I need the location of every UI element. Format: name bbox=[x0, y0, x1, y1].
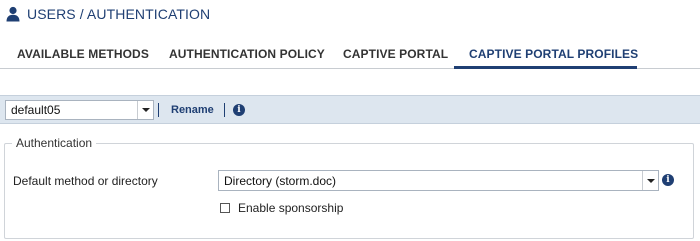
toolbar-separator bbox=[224, 103, 225, 117]
default-method-dropdown-button[interactable] bbox=[642, 171, 658, 190]
rename-button[interactable]: Rename bbox=[171, 104, 214, 116]
info-icon[interactable]: i bbox=[233, 104, 245, 116]
info-icon[interactable]: i bbox=[662, 174, 674, 186]
tab-authentication-policy[interactable]: AUTHENTICATION POLICY bbox=[169, 47, 325, 61]
tab-bar: AVAILABLE METHODS AUTHENTICATION POLICY … bbox=[0, 44, 700, 69]
profile-toolbar: default05 Rename i bbox=[0, 95, 700, 124]
active-tab-indicator bbox=[454, 66, 637, 69]
profile-select-value: default05 bbox=[11, 103, 61, 117]
page-header: USERS / AUTHENTICATION bbox=[6, 4, 210, 24]
tab-captive-portal-profiles[interactable]: CAPTIVE PORTAL PROFILES bbox=[469, 47, 638, 61]
enable-sponsorship-label[interactable]: Enable sponsorship bbox=[238, 201, 343, 215]
chevron-down-icon bbox=[142, 108, 150, 112]
tab-captive-portal[interactable]: CAPTIVE PORTAL bbox=[343, 47, 448, 61]
default-method-select[interactable]: Directory (storm.doc) bbox=[218, 170, 659, 191]
user-icon bbox=[6, 6, 20, 22]
authentication-legend: Authentication bbox=[12, 136, 97, 150]
enable-sponsorship-checkbox[interactable] bbox=[220, 203, 230, 213]
default-method-label: Default method or directory bbox=[13, 174, 158, 188]
page-title: USERS / AUTHENTICATION bbox=[27, 6, 211, 22]
authentication-fieldset bbox=[4, 143, 694, 239]
default-method-value: Directory (storm.doc) bbox=[224, 174, 337, 188]
toolbar-separator bbox=[158, 103, 159, 117]
profile-select-dropdown-button[interactable] bbox=[137, 101, 153, 119]
profile-select[interactable]: default05 bbox=[5, 100, 154, 120]
tab-available-methods[interactable]: AVAILABLE METHODS bbox=[17, 47, 149, 61]
chevron-down-icon bbox=[647, 179, 655, 183]
